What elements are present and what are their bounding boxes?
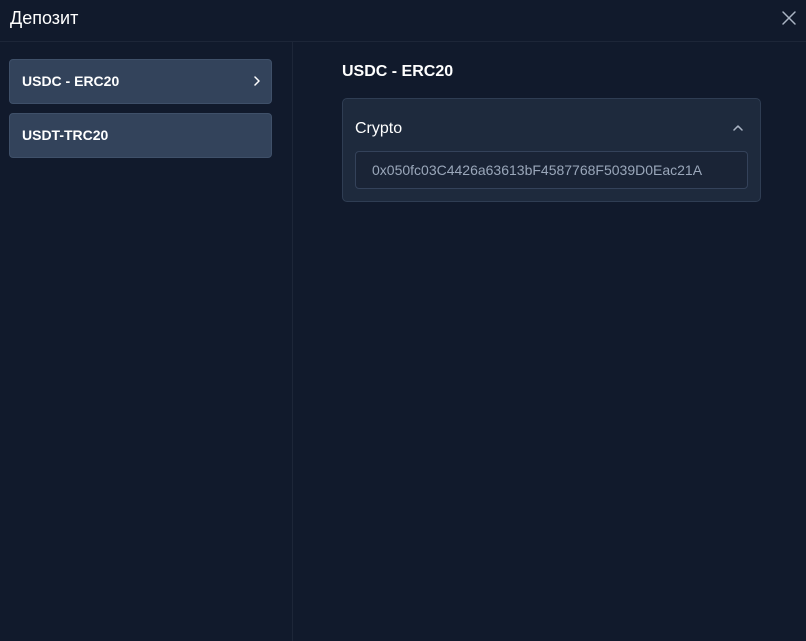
deposit-modal: Депозит USDC - ERC20 USDT-TRC20 USDC - E… xyxy=(0,0,806,641)
modal-title: Депозит xyxy=(10,8,79,28)
section-collapse-button[interactable] xyxy=(731,121,745,135)
deposit-address-field[interactable]: 0x050fc03C4426a63613bF4587768F5039D0Eac2… xyxy=(355,151,748,189)
main-panel: USDC - ERC20 Crypto 0x050fc03C4426a63613… xyxy=(294,42,806,641)
page-title: USDC - ERC20 xyxy=(342,63,454,80)
sidebar-item-usdc-erc20[interactable]: USDC - ERC20 xyxy=(9,59,272,104)
section-title: Crypto xyxy=(355,120,403,137)
close-button[interactable] xyxy=(779,8,799,28)
currency-sidebar: USDC - ERC20 USDT-TRC20 xyxy=(0,42,293,641)
close-icon xyxy=(782,11,796,25)
modal-header: Депозит xyxy=(0,0,806,42)
chevron-right-icon xyxy=(254,76,260,86)
crypto-section: Crypto 0x050fc03C4426a63613bF4587768F503… xyxy=(342,98,761,202)
sidebar-item-label: USDC - ERC20 xyxy=(22,73,120,89)
sidebar-item-label: USDT-TRC20 xyxy=(22,127,109,143)
chevron-up-icon xyxy=(733,125,743,131)
sidebar-item-usdt-trc20[interactable]: USDT-TRC20 xyxy=(9,113,272,158)
